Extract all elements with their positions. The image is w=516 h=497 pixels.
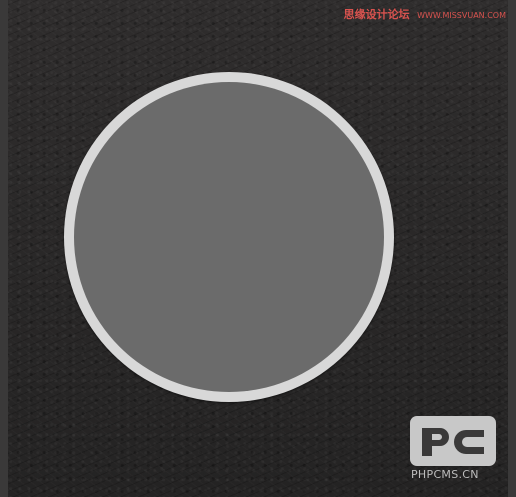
watermark-site-name: 思缘设计论坛 — [343, 8, 410, 21]
canvas-right-border — [508, 0, 516, 497]
circle-inner-disc — [74, 82, 384, 392]
leather-canvas: 思缘设计论坛 WWW.MISSVUAN.COM PHPCMS.CN — [0, 0, 516, 497]
site-watermark: 思缘设计论坛 WWW.MISSVUAN.COM — [344, 6, 506, 24]
canvas-left-border — [0, 0, 8, 497]
pc-logo-icon — [410, 416, 496, 466]
watermark-site-url: WWW.MISSVUAN.COM — [417, 11, 506, 20]
logo-site-text: PHPCMS.CN — [411, 468, 479, 481]
